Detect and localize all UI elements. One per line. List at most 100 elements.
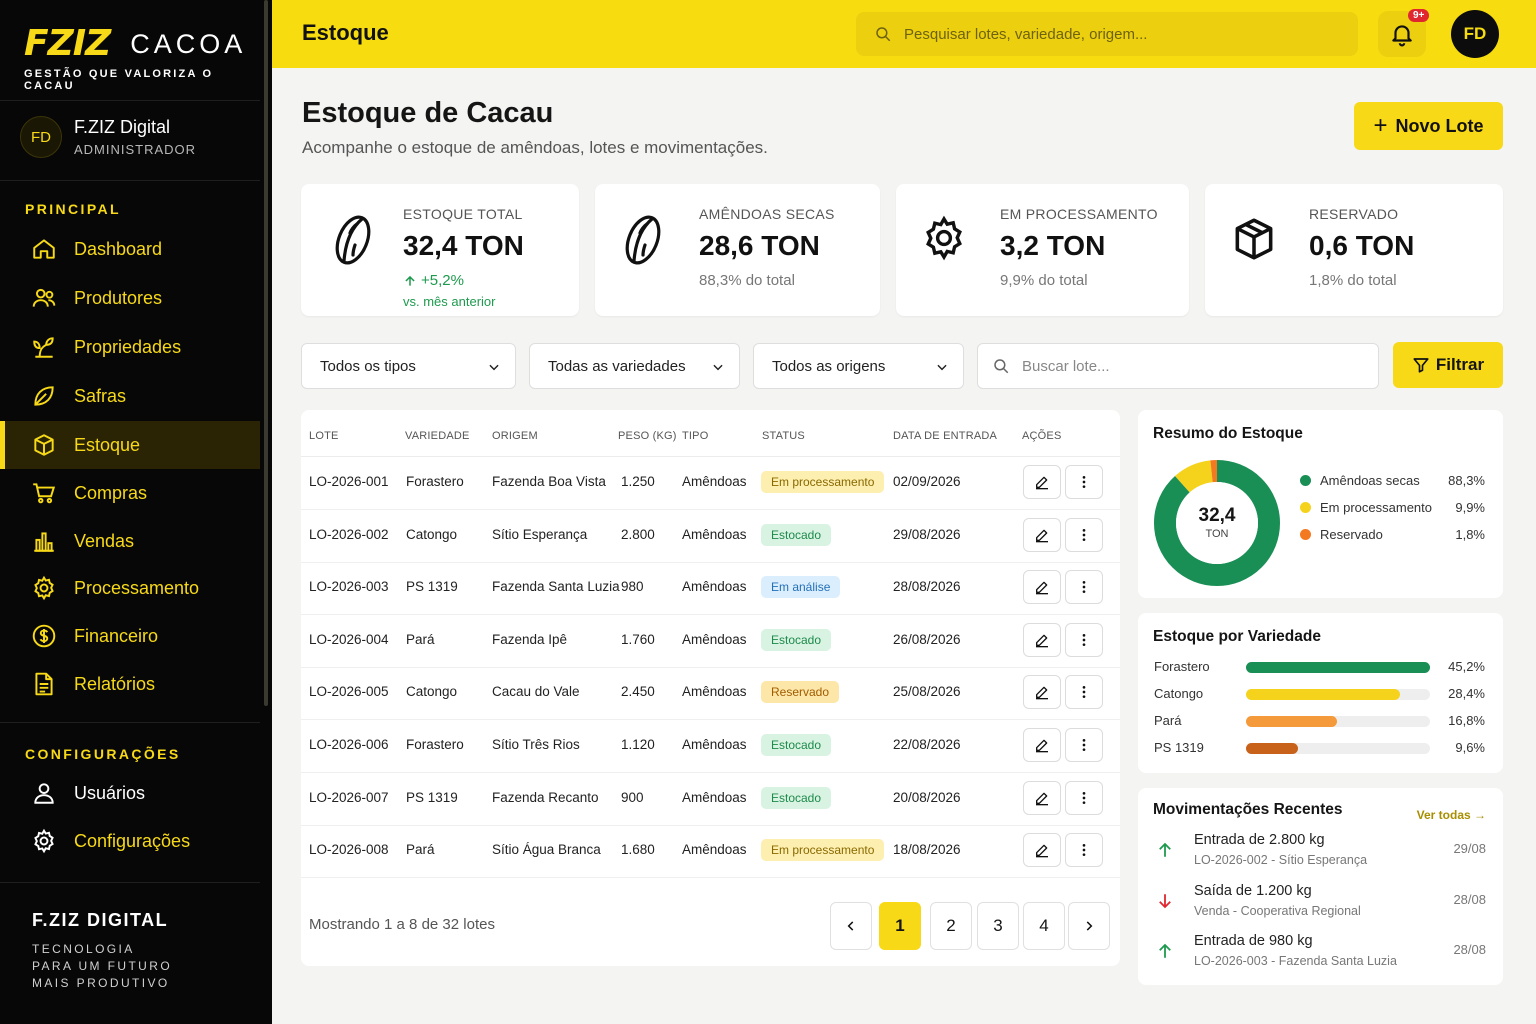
cell-origem: Fazenda Santa Luzia (492, 579, 620, 595)
pagination-summary: Mostrando 1 a 8 de 32 lotes (309, 916, 495, 933)
legend-dot (1300, 529, 1311, 540)
movement-detail: LO-2026-002 - Sítio Esperança (1194, 853, 1368, 867)
sidebar-item-label: Dashboard (74, 238, 163, 259)
cell-lote: LO-2026-006 (309, 737, 389, 752)
kpi-value: 3,2 TON (1000, 230, 1106, 261)
sidebar-item-estoque[interactable]: Estoque (0, 421, 260, 469)
sidebar-item-financeiro[interactable]: Financeiro (0, 612, 260, 660)
status-badge: Em processamento (761, 839, 885, 862)
edit-button[interactable] (1023, 780, 1061, 815)
avatar[interactable]: FD (1451, 10, 1499, 58)
variety-select[interactable]: Todas as variedades (529, 343, 740, 389)
more-options-button[interactable] (1065, 728, 1103, 762)
cell-peso: 1.760 (621, 631, 655, 647)
sidebar-item-relatorios[interactable]: Relatórios (0, 660, 260, 708)
variety-value: 16,8% (1448, 713, 1485, 728)
cell-lote: LO-2026-003 (309, 579, 389, 595)
sidebar-item-produtores[interactable]: Produtores (0, 274, 260, 322)
more-options-button[interactable] (1065, 833, 1103, 868)
pagination-page[interactable]: 3 (977, 902, 1019, 950)
user-profile[interactable]: FD F.ZIZ Digital ADMINISTRADOR (20, 116, 196, 158)
table-row[interactable]: LO-2026-008 Pará Sítio Água Branca 1.680 Amê… (301, 826, 1120, 879)
more-options-button[interactable] (1065, 622, 1103, 657)
edit-button[interactable] (1023, 622, 1061, 657)
cell-peso: 980 (621, 579, 644, 595)
variety-bar-track (1246, 662, 1430, 673)
filter-button[interactable]: Filtrar (1393, 342, 1503, 388)
brand-logo[interactable]: FZIZ CACOA GESTÃO QUE VALORIZA O CACAU (24, 26, 244, 93)
pagination-page[interactable]: 4 (1023, 902, 1065, 950)
more-options-button[interactable] (1065, 570, 1103, 605)
edit-button[interactable] (1023, 675, 1061, 710)
sidebar-item-safras[interactable]: Safras (0, 372, 260, 420)
edit-button[interactable] (1023, 465, 1061, 499)
plant-icon (30, 333, 58, 361)
chevron-down-icon (937, 364, 947, 371)
sidebar-item-label: Processamento (74, 577, 200, 598)
edit-button[interactable] (1023, 833, 1061, 868)
sidebar-item-label: Safras (74, 385, 127, 406)
more-options-button[interactable] (1065, 675, 1103, 710)
see-all-link[interactable]: Ver todas → (1417, 808, 1486, 822)
more-vertical-icon (1082, 844, 1086, 857)
sidebar: FZIZ CACOA GESTÃO QUE VALORIZA O CACAU F… (0, 0, 272, 1024)
sidebar-item-dashboard[interactable]: Dashboard (0, 225, 260, 273)
cell-variedade: Pará (406, 842, 435, 858)
cell-tipo: Amêndoas (682, 579, 747, 595)
cell-peso: 1.250 (621, 474, 655, 489)
cell-origem: Fazenda Boa Vista (492, 474, 606, 489)
pagination-prev[interactable] (830, 902, 872, 950)
sidebar-item-usuarios[interactable]: Usuários (0, 769, 260, 817)
sidebar-scrollbar[interactable] (264, 0, 268, 706)
sidebar-item-configuracoes[interactable]: Configurações (0, 817, 260, 865)
type-select[interactable]: Todos os tipos (301, 343, 516, 389)
table-row[interactable]: LO-2026-001 Forastero Fazenda Boa Vista 1.2… (301, 458, 1120, 510)
origin-select[interactable]: Todos as origens (753, 343, 964, 389)
pencil-icon (1036, 529, 1048, 542)
pagination-page[interactable]: 1 (879, 902, 921, 950)
cell-origem: Cacau do Vale (492, 684, 580, 700)
variety-bar-track (1246, 743, 1430, 754)
cell-tipo: Amêndoas (682, 526, 747, 542)
cell-data: 18/08/2026 (893, 842, 961, 858)
sidebar-item-compras[interactable]: Compras (0, 469, 260, 517)
table-row[interactable]: LO-2026-007 PS 1319 Fazenda Recanto 900 Amên… (301, 774, 1120, 826)
kpi-card-processing: EM PROCESSAMENTO 3,2 TON 9,9% do total (896, 184, 1189, 316)
global-search-input[interactable]: Pesquisar lotes, variedade, origem... (856, 12, 1358, 56)
more-options-button[interactable] (1065, 517, 1103, 552)
origin-select-value: Todos as origens (772, 357, 886, 375)
cell-lote: LO-2026-008 (309, 842, 389, 858)
pagination-next[interactable] (1068, 902, 1110, 950)
kpi-share: 9,9% do total (1000, 272, 1088, 289)
variety-value: 9,6% (1455, 740, 1485, 755)
more-options-button[interactable] (1065, 780, 1103, 815)
table-row[interactable]: LO-2026-006 Forastero Sítio Três Rios 1.120… (301, 721, 1120, 773)
cell-tipo: Amêndoas (682, 737, 747, 752)
table-row[interactable]: LO-2026-003 PS 1319 Fazenda Santa Luzia 980… (301, 563, 1120, 616)
divider (0, 882, 260, 883)
cell-lote: LO-2026-002 (309, 526, 389, 542)
kpi-share: 88,3% do total (699, 272, 795, 289)
arrow-up-icon (1156, 841, 1174, 859)
recent-movements-panel: Movimentações Recentes Ver todas → Entra… (1138, 788, 1503, 985)
sidebar-item-propriedades[interactable]: Propriedades (0, 323, 260, 371)
sidebar-item-processamento[interactable]: Processamento (0, 564, 260, 612)
cell-origem: Fazenda Recanto (492, 789, 599, 805)
table-row[interactable]: LO-2026-004 Pará Fazenda Ipê 1.760 Amêndoas 2… (301, 616, 1120, 668)
edit-button[interactable] (1023, 728, 1061, 762)
more-options-button[interactable] (1065, 465, 1103, 499)
kpi-value: 0,6 TON (1309, 230, 1415, 261)
cell-tipo: Amêndoas (682, 789, 747, 805)
new-lot-label: Novo Lote (1395, 115, 1484, 136)
pagination-page[interactable]: 2 (930, 902, 972, 950)
edit-button[interactable] (1023, 517, 1061, 552)
cell-tipo: Amêndoas (682, 631, 747, 647)
variety-bar-fill (1246, 662, 1430, 673)
table-row[interactable]: LO-2026-002 Catongo Sítio Esperança 2.800 Am… (301, 511, 1120, 563)
edit-button[interactable] (1023, 570, 1061, 605)
new-lot-button[interactable]: + Novo Lote (1354, 102, 1503, 150)
lot-search-input[interactable]: Buscar lote... (977, 343, 1379, 389)
page-subtitle: Acompanhe o estoque de amêndoas, lotes e… (302, 138, 768, 157)
sidebar-item-vendas[interactable]: Vendas (0, 517, 260, 565)
table-row[interactable]: LO-2026-005 Catongo Cacau do Vale 2.450 Amên… (301, 668, 1120, 721)
